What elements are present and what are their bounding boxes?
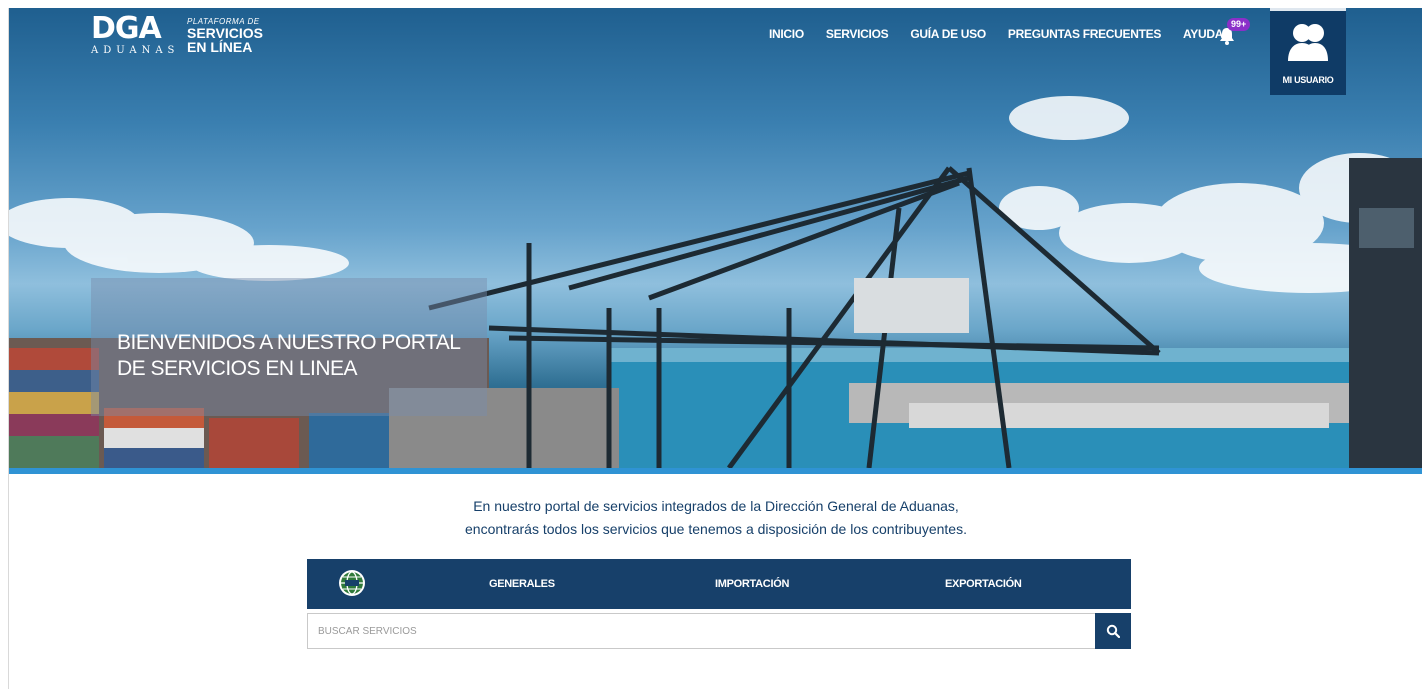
logo-line2: EN LÍNEA xyxy=(187,39,253,55)
tab-exportacion[interactable]: EXPORTACIÓN xyxy=(945,578,1022,590)
notification-badge: 99+ xyxy=(1227,18,1251,31)
nav-guia-de-uso[interactable]: GUÍA DE USO xyxy=(910,27,986,41)
main-nav: INICIO SERVICIOS GUÍA DE USO PREGUNTAS F… xyxy=(769,27,1245,41)
logo-subtitle: ADUANAS xyxy=(91,45,180,56)
dga-logo[interactable]: DGA ADUANAS PLATAFORMA DE SERVICIOS EN L… xyxy=(91,14,291,58)
logo-mark: DGA xyxy=(91,11,162,46)
tab-generales[interactable]: GENERALES xyxy=(489,578,555,590)
search-button[interactable] xyxy=(1095,613,1131,649)
hero-accent-bar xyxy=(9,468,1422,474)
search-bar xyxy=(307,613,1131,649)
page: DGA ADUANAS PLATAFORMA DE SERVICIOS EN L… xyxy=(8,8,1422,689)
intro-text: En nuestro portal de servicios integrado… xyxy=(9,495,1422,541)
hero-title-line2: DE SERVICIOS EN LINEA xyxy=(117,357,358,380)
user-label: MI USUARIO xyxy=(1282,75,1334,85)
nav-servicios[interactable]: SERVICIOS xyxy=(826,27,889,41)
nav-inicio[interactable]: INICIO xyxy=(769,27,804,41)
welcome-panel: BIENVENIDOS A NUESTRO PORTAL DE SERVICIO… xyxy=(91,278,487,416)
intro-line1: En nuestro portal de servicios integrado… xyxy=(473,498,959,514)
globe-icon[interactable] xyxy=(337,568,367,598)
intro-line2: encontrarás todos los servicios que tene… xyxy=(465,521,967,537)
search-icon xyxy=(1106,624,1120,638)
nav-preguntas-frecuentes[interactable]: PREGUNTAS FRECUENTES xyxy=(1008,27,1161,41)
hero-title-line1: BIENVENIDOS A NUESTRO PORTAL xyxy=(117,331,461,354)
users-icon xyxy=(1288,24,1328,61)
tab-importacion[interactable]: IMPORTACIÓN xyxy=(715,578,789,590)
hero-banner: DGA ADUANAS PLATAFORMA DE SERVICIOS EN L… xyxy=(9,8,1422,468)
service-tabs: GENERALES IMPORTACIÓN EXPORTACIÓN xyxy=(307,559,1131,609)
search-input[interactable] xyxy=(308,614,1094,648)
hero-title: BIENVENIDOS A NUESTRO PORTAL DE SERVICIO… xyxy=(117,330,461,382)
user-menu-button[interactable]: MI USUARIO xyxy=(1270,8,1346,95)
logo-line1: SERVICIOS xyxy=(187,25,263,41)
